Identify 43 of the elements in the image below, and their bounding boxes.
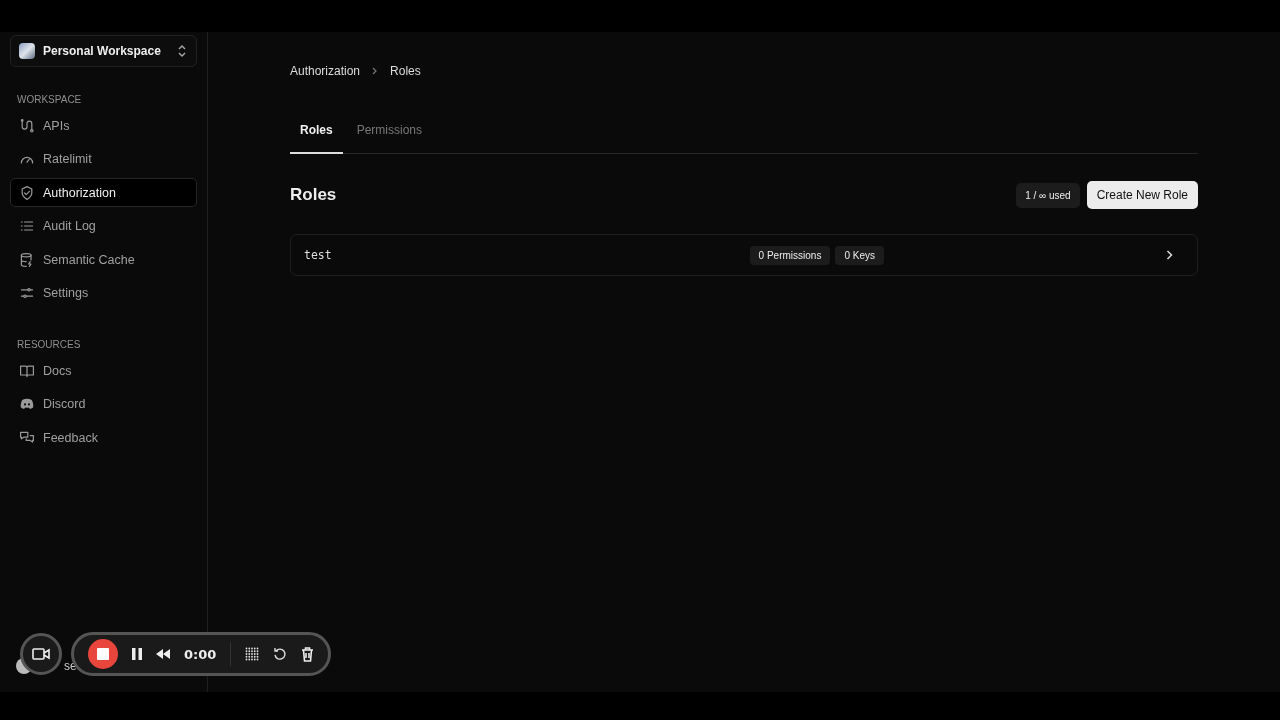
list-icon bbox=[19, 218, 35, 234]
workspace-switcher[interactable]: Personal Workspace bbox=[10, 35, 197, 67]
tab[interactable]: Permissions bbox=[346, 115, 433, 154]
video-camera-icon bbox=[32, 648, 50, 660]
tab[interactable]: Roles bbox=[290, 115, 343, 154]
grid-icon[interactable] bbox=[245, 647, 260, 661]
restart-icon[interactable] bbox=[273, 647, 288, 661]
section-heading: RESOURCES bbox=[17, 339, 82, 350]
trash-icon[interactable] bbox=[301, 646, 315, 662]
plug-icon bbox=[19, 117, 35, 134]
section-heading: WORKSPACE bbox=[17, 94, 83, 105]
sidebar-item[interactable]: Audit Log bbox=[10, 211, 197, 241]
sidebar-item[interactable]: Discord bbox=[10, 389, 197, 419]
breadcrumb-current: Roles bbox=[390, 64, 421, 78]
role-row[interactable]: test 0 Permissions 0 Keys bbox=[290, 234, 1198, 276]
count-badge: 0 Keys bbox=[835, 245, 884, 265]
breadcrumb-link[interactable]: Authorization bbox=[290, 64, 361, 78]
chevron-updown-icon bbox=[176, 44, 188, 58]
sidebar-item[interactable]: Ratelimit bbox=[10, 144, 197, 174]
sidebar-item[interactable]: Docs bbox=[10, 356, 197, 385]
section-title: Roles bbox=[290, 185, 338, 205]
workspace-avatar-icon bbox=[19, 43, 35, 59]
database-icon bbox=[19, 251, 35, 268]
sidebar-item[interactable]: APIs bbox=[10, 111, 197, 140]
role-name: test bbox=[304, 248, 333, 262]
pause-icon[interactable] bbox=[132, 648, 142, 660]
shield-icon bbox=[19, 184, 35, 201]
chevron-right-icon bbox=[372, 67, 379, 75]
sidebar-item[interactable]: Settings bbox=[10, 278, 197, 308]
sidebar-item[interactable]: Authorization bbox=[10, 178, 197, 207]
chevron-right-icon bbox=[1166, 250, 1173, 260]
sidebar-item[interactable]: Semantic Cache bbox=[10, 245, 197, 274]
rewind-icon[interactable] bbox=[156, 649, 170, 659]
settings-icon bbox=[19, 285, 35, 301]
timer: 0:00 bbox=[184, 646, 217, 662]
count-badge: 0 Permissions bbox=[749, 245, 831, 265]
stop-button[interactable] bbox=[88, 639, 118, 669]
chat-icon bbox=[19, 429, 35, 446]
stop-icon bbox=[97, 648, 109, 660]
usage-badge: 1 / ∞ used bbox=[1016, 182, 1080, 208]
discord-icon bbox=[19, 396, 35, 412]
sidebar-item[interactable]: Feedback bbox=[10, 423, 197, 452]
create-role-button[interactable]: Create New Role bbox=[1086, 181, 1198, 209]
